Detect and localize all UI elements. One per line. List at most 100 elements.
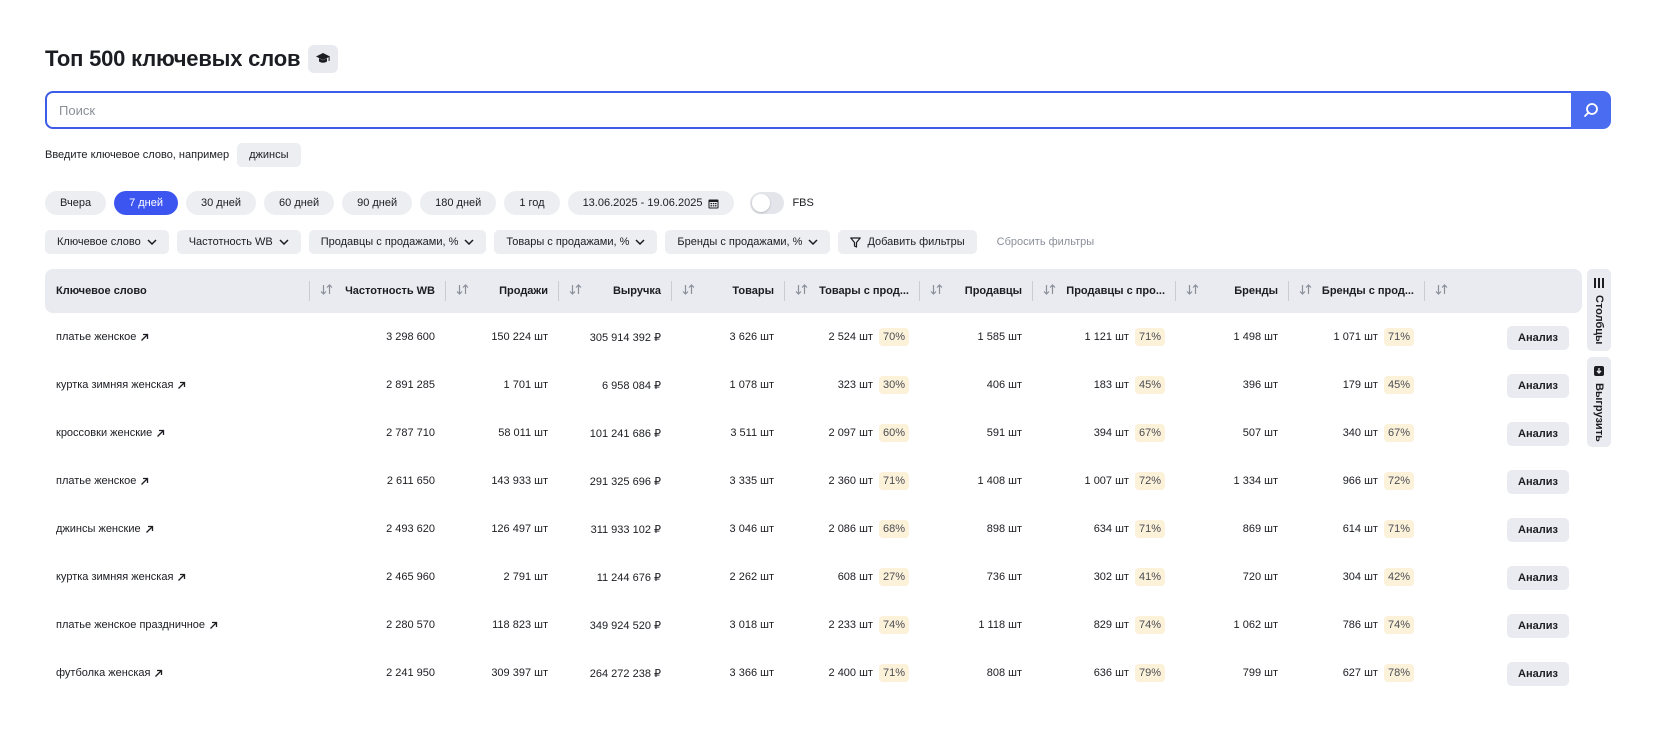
funnel-icon [850, 236, 862, 248]
percent-badge: 68% [878, 520, 909, 538]
analyze-button[interactable]: Анализ [1507, 326, 1569, 350]
header-col-sellers-with-sales[interactable]: Продавцы с про... [1032, 269, 1175, 313]
chevron-down-icon [635, 239, 645, 245]
filter-keyword[interactable]: Ключевое слово [45, 230, 169, 254]
revenue-cell: 101 241 686 ₽ [568, 409, 661, 457]
period-7-days[interactable]: 7 дней [114, 191, 178, 215]
header-col-sales[interactable]: Продажи [445, 269, 558, 313]
sellers-cell: 808 шт [929, 649, 1022, 697]
analyze-button[interactable]: Анализ [1507, 662, 1569, 686]
filter-goods-with-sales[interactable]: Товары с продажами, % [494, 230, 658, 254]
sort-toggle[interactable] [1186, 284, 1199, 298]
filter-sellers-with-sales[interactable]: Продавцы с продажами, % [308, 230, 487, 254]
cell-value: 1 498 шт [1233, 331, 1278, 343]
cell-value: 3 046 шт [729, 523, 774, 535]
header-col-frequency-wb[interactable]: Частотность WB [309, 269, 445, 313]
brands-with-sales-cell: 304 шт 42% [1298, 553, 1414, 601]
keyword-link[interactable]: куртка зимняя женская [56, 379, 173, 391]
brands-with-sales-cell: 1 071 шт 71% [1298, 313, 1414, 361]
sort-toggle[interactable] [569, 284, 582, 298]
keyword-link[interactable]: платье женское праздничное [56, 619, 205, 631]
period-1-year[interactable]: 1 год [504, 191, 560, 215]
columns-panel-button[interactable]: Столбцы [1587, 269, 1611, 351]
fbs-toggle[interactable] [750, 192, 785, 214]
table-row: куртка зимняя женская 2 465 960 2 791 шт 11… [45, 553, 1582, 601]
cell-value: 829 шт [1093, 619, 1129, 631]
reset-filters-link[interactable]: Сбросить фильтры [997, 236, 1095, 248]
percent-badge: 67% [1383, 424, 1414, 442]
external-link-icon[interactable] [177, 573, 186, 582]
filter-brands-with-sales[interactable]: Бренды с продажами, % [665, 230, 831, 254]
keyword-link[interactable]: платье женское [56, 331, 136, 343]
keyword-link[interactable]: платье женское [56, 475, 136, 487]
period-selector: Вчера 7 дней 30 дней 60 дней 90 дней 180… [45, 191, 814, 215]
period-60-days[interactable]: 60 дней [264, 191, 335, 215]
sort-toggle[interactable] [320, 284, 333, 298]
period-90-days[interactable]: 90 дней [342, 191, 413, 215]
analyze-button[interactable]: Анализ [1507, 470, 1569, 494]
brands-with-sales-cell: 179 шт 45% [1298, 361, 1414, 409]
sort-toggle[interactable] [456, 284, 469, 298]
sort-toggle[interactable] [1043, 284, 1056, 298]
external-link-icon[interactable] [156, 429, 165, 438]
goods-with-sales-cell: 2 400 шт 71% [794, 649, 909, 697]
keyword-link[interactable]: куртка зимняя женская [56, 571, 173, 583]
cell-value: 309 397 шт [491, 667, 548, 679]
analyze-button[interactable]: Анализ [1507, 374, 1569, 398]
cell-value: 126 497 шт [491, 523, 548, 535]
header-col-actions[interactable] [1424, 269, 1582, 313]
sort-toggle[interactable] [682, 284, 695, 298]
search-input[interactable] [45, 91, 1571, 129]
export-button[interactable]: Выгрузить [1587, 357, 1611, 447]
filter-frequency-wb[interactable]: Частотность WB [176, 230, 301, 254]
frequency-wb-cell: 2 280 570 [319, 601, 435, 649]
percent-badge: 71% [1134, 520, 1165, 538]
cell-value: 614 шт [1342, 523, 1378, 535]
sort-toggle[interactable] [1435, 284, 1448, 298]
header-col-revenue[interactable]: Выручка [558, 269, 671, 313]
header-col-brands-with-sales[interactable]: Бренды с прод... [1288, 269, 1424, 313]
cell-value: 311 933 102 ₽ [590, 523, 661, 536]
analyze-button[interactable]: Анализ [1507, 614, 1569, 638]
goods-cell: 2 262 шт [681, 553, 774, 601]
search-button[interactable] [1571, 91, 1611, 129]
cell-value: 305 914 392 ₽ [589, 331, 661, 344]
sales-cell: 118 823 шт [455, 601, 548, 649]
frequency-wb-cell: 2 465 960 [319, 553, 435, 601]
analyze-button[interactable]: Анализ [1507, 566, 1569, 590]
external-link-icon[interactable] [145, 525, 154, 534]
period-30-days[interactable]: 30 дней [186, 191, 257, 215]
keyword-link[interactable]: джинсы женские [56, 523, 141, 535]
brands-cell: 1 062 шт [1185, 601, 1278, 649]
cell-value: 1 007 шт [1084, 475, 1129, 487]
cell-value: 634 шт [1093, 523, 1129, 535]
external-link-icon[interactable] [177, 381, 186, 390]
keyword-link[interactable]: кроссовки женские [56, 427, 152, 439]
external-link-icon[interactable] [140, 477, 149, 486]
filter-label: Ключевое слово [57, 236, 141, 248]
analyze-button[interactable]: Анализ [1507, 518, 1569, 542]
keyword-link[interactable]: футболка женская [56, 667, 150, 679]
sort-toggle[interactable] [795, 284, 808, 298]
brands-with-sales-cell: 340 шт 67% [1298, 409, 1414, 457]
chevron-down-icon [147, 239, 157, 245]
sort-toggle[interactable] [1299, 284, 1312, 298]
help-button[interactable] [308, 45, 339, 73]
analyze-button[interactable]: Анализ [1507, 422, 1569, 446]
header-col-goods[interactable]: Товары [671, 269, 784, 313]
add-filters-button[interactable]: Добавить фильтры [838, 230, 977, 254]
header-col-brands[interactable]: Бренды [1175, 269, 1288, 313]
sort-toggle[interactable] [930, 284, 943, 298]
external-link-icon[interactable] [140, 333, 149, 342]
hint-example-chip[interactable]: джинсы [237, 143, 301, 167]
period-180-days[interactable]: 180 дней [420, 191, 497, 215]
header-col-goods-with-sales[interactable]: Товары с прод... [784, 269, 919, 313]
date-range-picker[interactable]: 13.06.2025 - 19.06.2025 [567, 191, 735, 215]
period-yesterday[interactable]: Вчера [45, 191, 107, 215]
header-col-sellers[interactable]: Продавцы [919, 269, 1032, 313]
brands-cell: 720 шт [1185, 553, 1278, 601]
external-link-icon[interactable] [154, 669, 163, 678]
external-link-icon[interactable] [209, 621, 218, 630]
cell-value: 349 924 520 ₽ [589, 619, 661, 632]
cell-value: 808 шт [986, 667, 1022, 679]
